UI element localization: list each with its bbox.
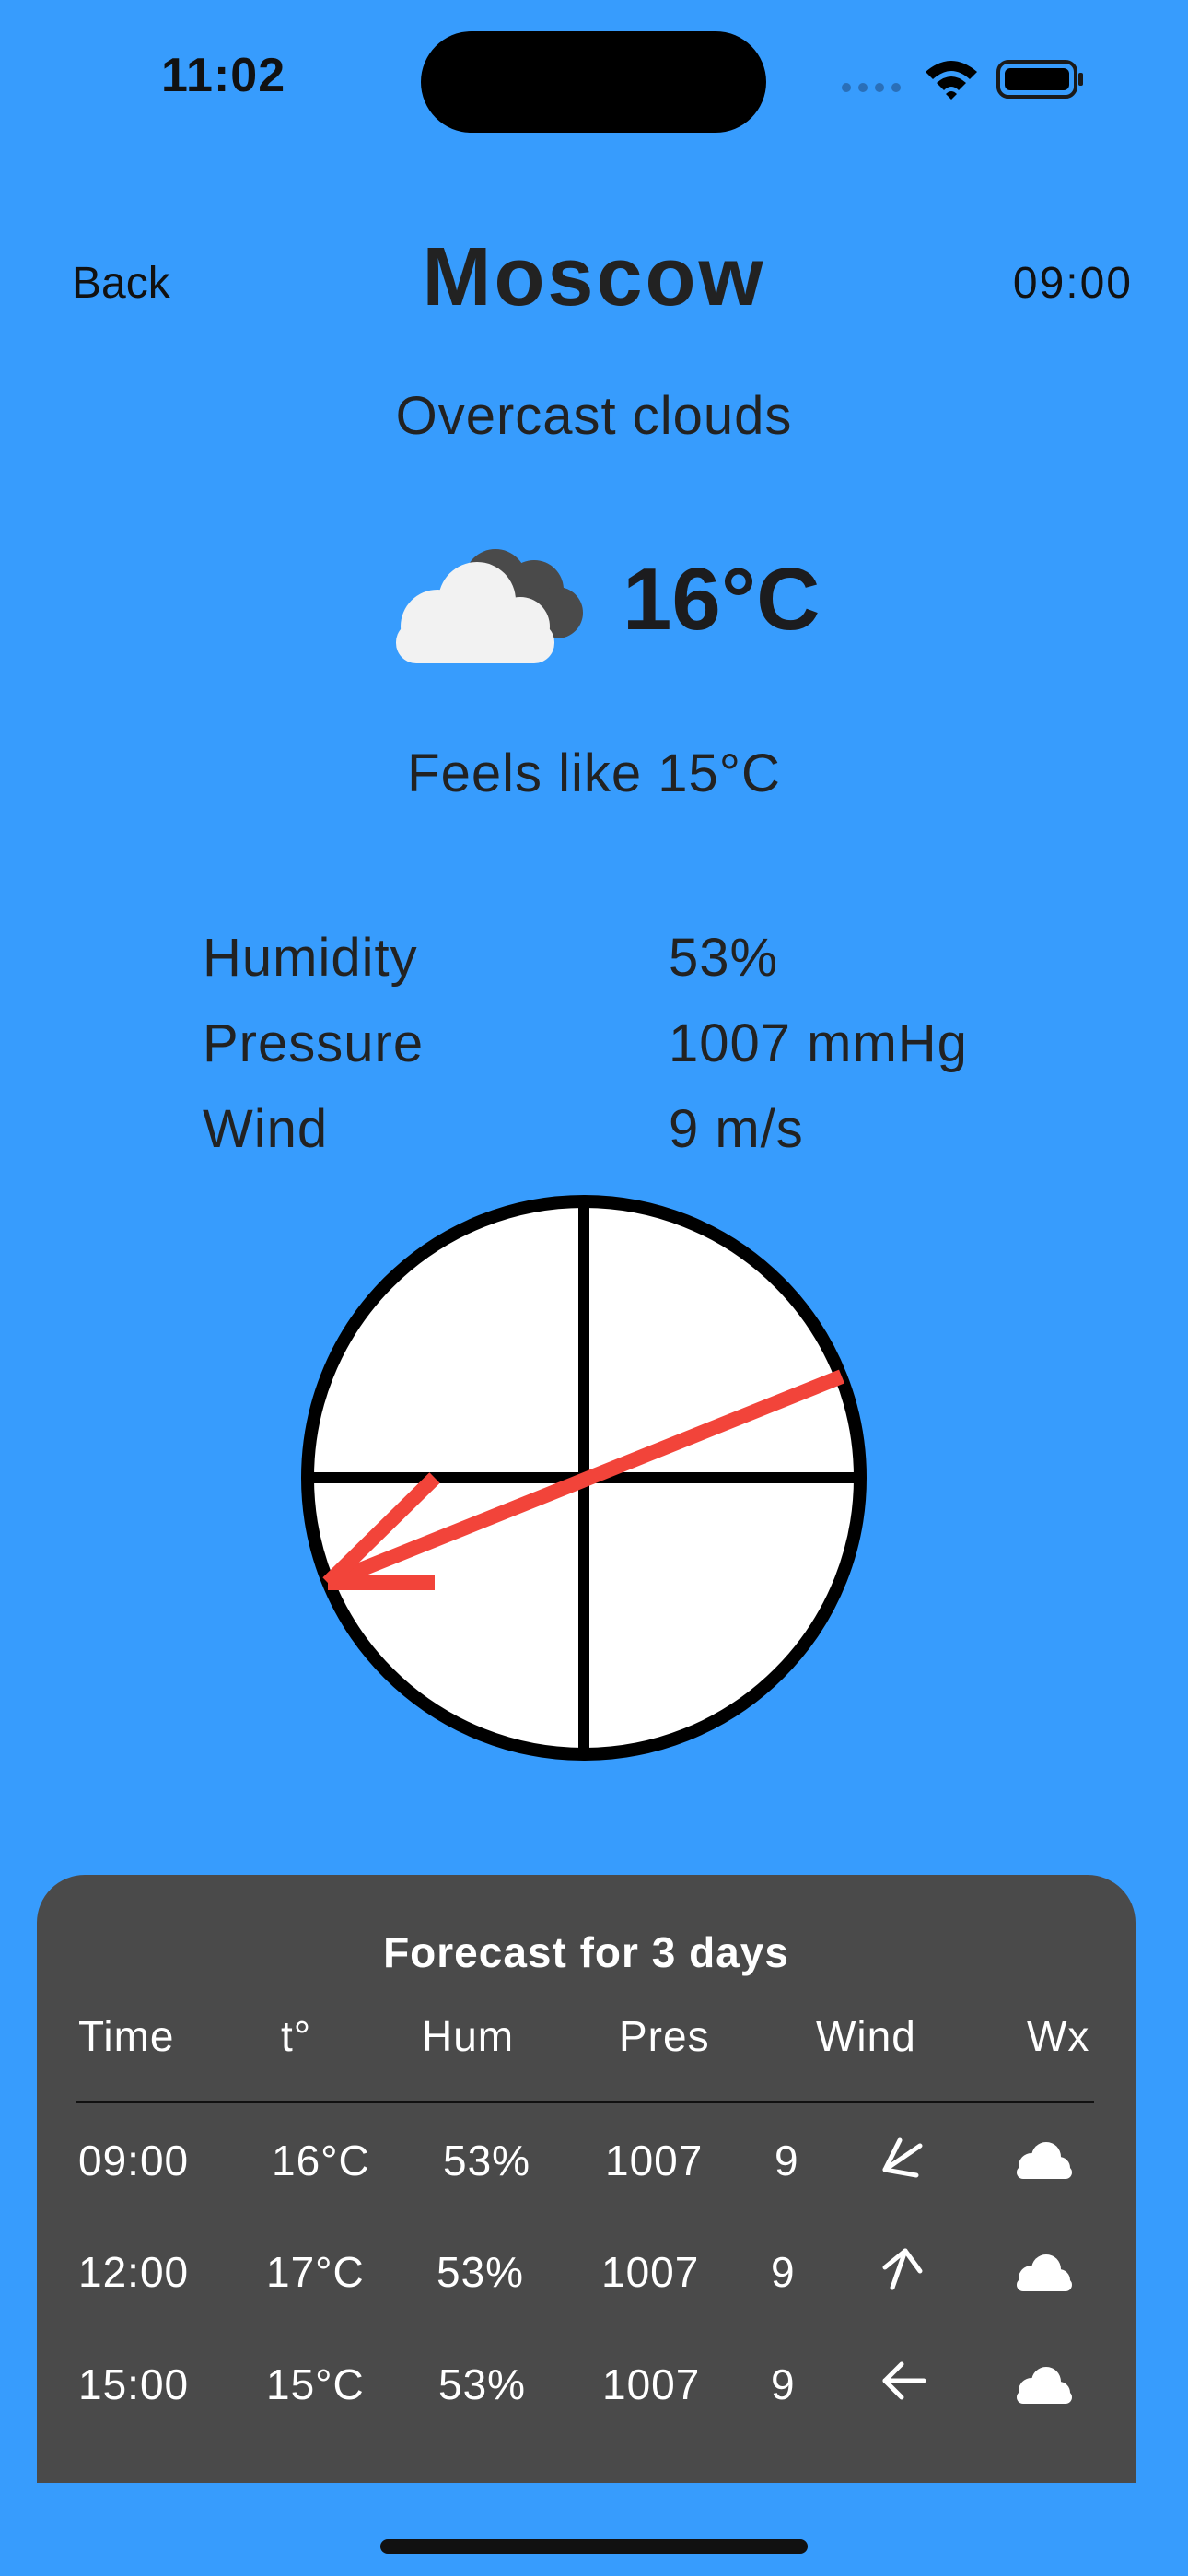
wind-value: 9 m/s	[669, 1099, 804, 1159]
column-header-time: Time	[78, 2012, 175, 2060]
column-header-humidity: Hum	[422, 2012, 515, 2060]
forecast-pressure: 1007	[605, 2137, 704, 2184]
forecast-humidity: 53%	[438, 2360, 527, 2408]
cloud-icon	[1017, 2142, 1072, 2179]
forecast-title: Forecast for 3 days	[383, 1928, 789, 1976]
humidity-label: Humidity	[203, 928, 418, 988]
arrow-left-icon	[882, 2361, 926, 2400]
forecast-humidity: 53%	[443, 2137, 531, 2184]
pressure-value: 1007 mmHg	[669, 1013, 968, 1073]
column-header-weather: Wx	[1027, 2012, 1090, 2060]
home-indicator[interactable]	[380, 2539, 808, 2554]
forecast-humidity: 53%	[437, 2248, 525, 2296]
forecast-temp: 15°C	[266, 2360, 365, 2408]
forecast-wind-speed: 9	[771, 2360, 796, 2408]
forecast-time: 12:00	[78, 2248, 190, 2296]
forecast-time: 15:00	[78, 2360, 190, 2408]
feels-like-text: Feels like 15°C	[407, 744, 781, 803]
humidity-value: 53%	[669, 928, 779, 988]
cloud-icon	[1017, 2367, 1072, 2404]
forecast-pressure: 1007	[601, 2248, 700, 2296]
cloud-icon	[1017, 2254, 1072, 2291]
dynamic-island	[421, 31, 766, 133]
arrow-up-icon	[882, 2248, 923, 2290]
arrow-down-left-icon	[882, 2137, 923, 2178]
forecast-wind-speed: 9	[771, 2248, 796, 2296]
weather-condition: Overcast clouds	[395, 386, 793, 446]
column-header-pressure: Pres	[619, 2012, 710, 2060]
forecast-divider	[76, 2101, 1094, 2103]
status-time: 11:02	[161, 49, 286, 102]
forecast-panel: Forecast for 3 days Time t° Hum Pres Win…	[37, 1875, 1136, 2483]
city-title: Moscow	[422, 231, 766, 323]
pressure-label: Pressure	[203, 1013, 425, 1073]
column-header-temp: t°	[281, 2012, 312, 2060]
battery-icon	[996, 60, 1083, 99]
forecast-pressure: 1007	[602, 2360, 701, 2408]
wind-label: Wind	[203, 1099, 329, 1159]
wind-compass	[301, 1195, 867, 1761]
time-selector[interactable]: 09:00	[1013, 258, 1133, 309]
current-temperature: 16°C	[623, 550, 821, 649]
forecast-wind-speed: 9	[775, 2137, 799, 2184]
forecast-temp: 16°C	[272, 2137, 370, 2184]
wifi-icon	[926, 61, 977, 100]
forecast-time: 09:00	[78, 2137, 190, 2184]
forecast-temp: 17°C	[266, 2248, 365, 2296]
overcast-clouds-icon	[396, 549, 583, 663]
column-header-wind: Wind	[816, 2012, 916, 2060]
cellular-signal-icon	[842, 83, 901, 92]
